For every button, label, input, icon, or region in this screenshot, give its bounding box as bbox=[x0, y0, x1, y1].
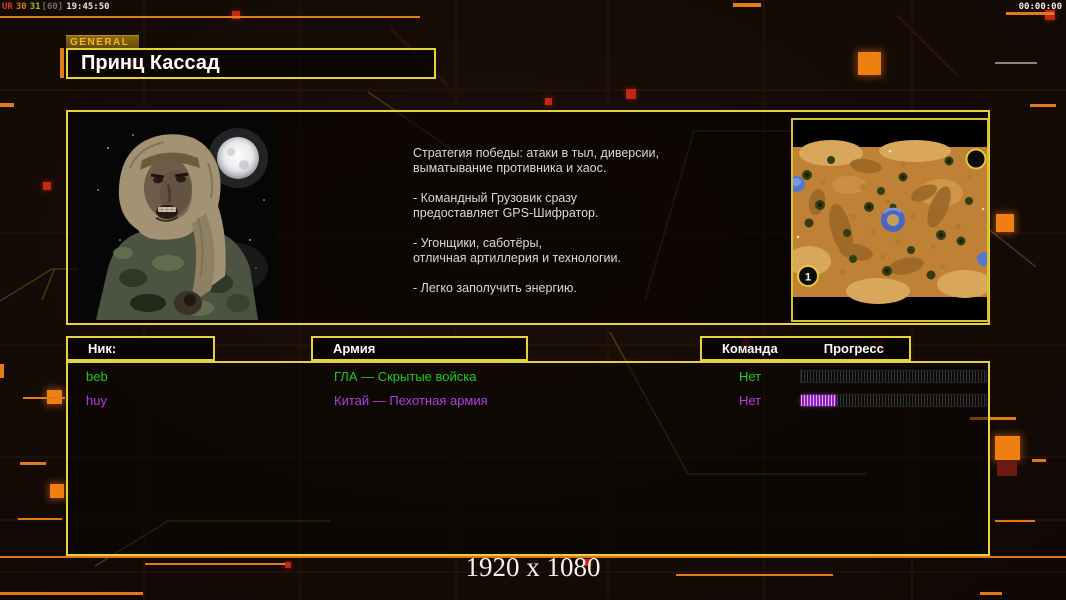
player-rows: beb ГЛА — Скрытые войска Нет huy Китай —… bbox=[68, 365, 988, 413]
match-timer: 00:00:00 bbox=[1018, 2, 1062, 12]
player-army: Китай — Пехотная армия bbox=[334, 393, 488, 408]
player-nick: huy bbox=[86, 393, 107, 408]
players-box: beb ГЛА — Скрытые войска Нет huy Китай —… bbox=[66, 361, 990, 556]
desert-minimap-icon: 1 bbox=[787, 120, 993, 320]
player-army: ГЛА — Скрытые войска bbox=[334, 369, 477, 384]
player-progress-fill bbox=[801, 395, 837, 406]
decor-line bbox=[0, 592, 143, 595]
decor-square bbox=[50, 484, 64, 498]
decor-line bbox=[0, 16, 420, 18]
decor-line bbox=[0, 364, 4, 378]
player-row: huy Китай — Пехотная армия Нет bbox=[68, 389, 988, 413]
decor-line bbox=[23, 397, 65, 399]
decor-line bbox=[1032, 459, 1046, 462]
decor-line bbox=[995, 62, 1037, 64]
resolution-label: 1920 x 1080 bbox=[465, 552, 601, 582]
fps-average: 31 bbox=[29, 2, 41, 12]
player-team: Нет bbox=[739, 393, 762, 408]
progress-header-label: Прогресс bbox=[823, 341, 884, 356]
general-name-box: Принц Кассад bbox=[66, 48, 436, 79]
decor-square bbox=[43, 182, 51, 190]
decor-square bbox=[996, 214, 1014, 232]
player-row: beb ГЛА — Скрытые войска Нет bbox=[68, 365, 988, 389]
fps-cap: [60] bbox=[41, 2, 64, 12]
decor-line bbox=[60, 48, 64, 78]
column-header-team-progress: Команда Прогресс bbox=[700, 336, 911, 361]
player-team: Нет bbox=[739, 369, 762, 384]
decor-line bbox=[733, 3, 761, 7]
decor-line bbox=[1006, 12, 1054, 15]
decor-line bbox=[1030, 104, 1056, 107]
fps-app-label: UR bbox=[2, 2, 13, 12]
decor-square bbox=[626, 89, 636, 99]
overlay-clock: 19:45:50 bbox=[66, 2, 110, 12]
player-progress-bar bbox=[800, 370, 987, 383]
army-header-label: Армия bbox=[333, 341, 376, 356]
nick-header-label: Ник: bbox=[88, 341, 117, 356]
decor-line bbox=[18, 518, 62, 520]
decor-square bbox=[997, 462, 1017, 476]
decor-line bbox=[20, 462, 46, 465]
decor-square bbox=[995, 436, 1020, 460]
strategy-text: Стратегия победы: атаки в тыл, диверсии,… bbox=[413, 146, 659, 295]
decor-line bbox=[0, 103, 14, 107]
team-header-label: Команда bbox=[722, 341, 778, 356]
start-position-1-label: 1 bbox=[805, 272, 811, 284]
general-tab: GENERAL bbox=[66, 35, 139, 49]
decor-square bbox=[858, 52, 881, 75]
column-header-nick: Ник: bbox=[66, 336, 215, 361]
player-progress-bar bbox=[800, 394, 987, 407]
decor-line bbox=[995, 520, 1035, 522]
prince-kassad-portrait-icon bbox=[78, 118, 278, 320]
decor-square bbox=[545, 98, 552, 105]
fps-overlay: UR 30 31[60] 19:45:50 bbox=[2, 2, 113, 12]
column-header-army: Армия bbox=[311, 336, 528, 361]
general-name: Принц Кассад bbox=[81, 52, 220, 74]
loading-screen: UR 30 31[60] 19:45:50 00:00:00 GENERAL Прин… bbox=[0, 0, 1066, 600]
fps-value: 30 bbox=[15, 2, 27, 12]
minimap-box: 1 bbox=[787, 118, 993, 322]
player-nick: beb bbox=[86, 369, 108, 384]
decor-line bbox=[980, 592, 1002, 595]
